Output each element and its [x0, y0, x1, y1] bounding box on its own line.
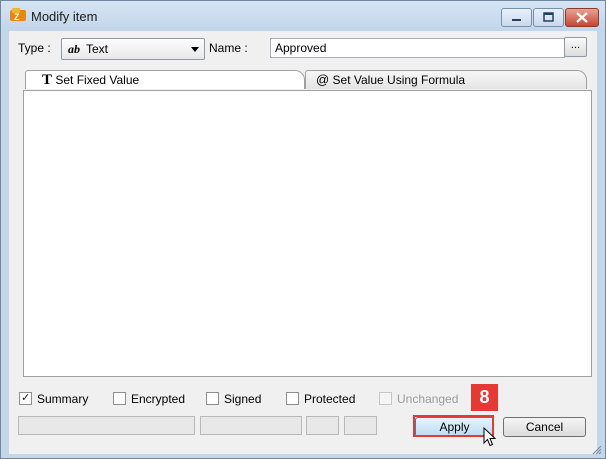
type-dropdown[interactable]: ab Text [61, 38, 205, 60]
modify-item-window: Z Modify item Type : ab Text Name : ... … [0, 0, 606, 459]
type-value: Text [86, 42, 109, 56]
resize-grip-icon[interactable] [592, 445, 602, 455]
mouse-cursor-icon [483, 427, 497, 447]
protected-checkbox[interactable] [286, 392, 299, 405]
text-t-icon: T [42, 72, 53, 88]
tab-label: Set Fixed Value [55, 73, 140, 87]
name-label: Name : [209, 41, 248, 55]
unchanged-checkbox [379, 392, 392, 405]
tab-set-fixed-value[interactable]: T Set Fixed Value [25, 70, 305, 89]
fixed-value-editor[interactable] [23, 90, 592, 377]
minimize-button[interactable] [501, 8, 532, 27]
summary-checkbox[interactable]: ✓ [19, 392, 32, 405]
status-field-3 [306, 416, 339, 435]
tab-label: Set Value Using Formula [332, 73, 466, 87]
checkmark-icon: ✓ [21, 392, 31, 404]
chevron-down-icon [191, 47, 199, 52]
window-title: Modify item [31, 9, 98, 24]
summary-option[interactable]: ✓ Summary [19, 392, 99, 406]
svg-text:Z: Z [14, 12, 20, 22]
minimize-icon [512, 19, 521, 21]
title-bar[interactable]: Z Modify item [1, 1, 605, 31]
encrypted-checkbox[interactable] [113, 392, 126, 405]
app-icon: Z [10, 8, 26, 22]
status-field-1 [18, 416, 195, 435]
dialog-body: Type : ab Text Name : ... T Set Fixed Va… [9, 31, 597, 454]
protected-option[interactable]: Protected [286, 392, 366, 406]
close-button[interactable] [565, 8, 599, 27]
signed-option[interactable]: Signed [206, 392, 276, 406]
at-sign-icon: @ [316, 72, 330, 87]
signed-checkbox[interactable] [206, 392, 219, 405]
close-icon [576, 12, 588, 23]
cancel-button[interactable]: Cancel [503, 417, 586, 437]
encrypted-label: Encrypted [131, 392, 186, 406]
status-field-2 [200, 416, 302, 435]
browse-button[interactable]: ... [564, 37, 587, 57]
status-field-4 [344, 416, 377, 435]
summary-label: Summary [37, 392, 89, 406]
maximize-icon [543, 12, 554, 22]
protected-label: Protected [304, 392, 356, 406]
signed-label: Signed [224, 392, 262, 406]
maximize-button[interactable] [533, 8, 564, 27]
tab-set-value-using-formula[interactable]: @ Set Value Using Formula [305, 70, 587, 89]
unchanged-option: Unchanged [379, 392, 469, 406]
name-input[interactable] [270, 38, 565, 58]
step-badge: 8 [471, 384, 498, 411]
unchanged-label: Unchanged [397, 392, 459, 406]
encrypted-option[interactable]: Encrypted [113, 392, 203, 406]
type-label: Type : [18, 41, 51, 55]
apply-highlight-box [413, 415, 494, 437]
text-type-icon: ab [68, 42, 80, 56]
